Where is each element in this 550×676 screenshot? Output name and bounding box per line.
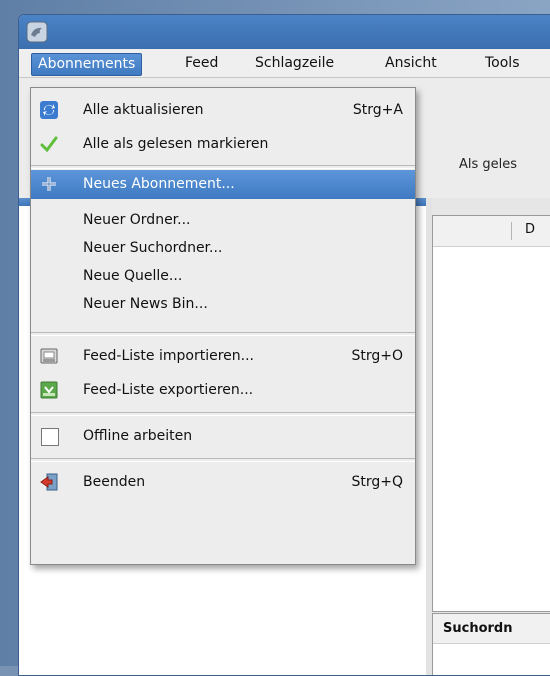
abonnements-dropdown: Alle aktualisieren Strg+A Alle als geles… <box>30 87 416 565</box>
menu-item-label: Feed-Liste importieren... <box>83 348 255 364</box>
menu-item-shortcut: Strg+A <box>352 102 403 118</box>
menu-schlagzeile[interactable]: Schlagzeile <box>249 53 340 74</box>
menu-item-shortcut: Strg+Q <box>351 474 403 490</box>
menu-separator <box>31 412 415 416</box>
menu-item-alle-aktualisieren[interactable]: Alle aktualisieren Strg+A <box>31 96 415 125</box>
import-icon <box>40 348 58 364</box>
menu-item-label: Feed-Liste exportieren... <box>83 382 254 398</box>
menu-tools[interactable]: Tools <box>479 53 526 74</box>
menu-item-neue-quelle[interactable]: Neue Quelle... <box>31 262 415 291</box>
menu-item-label: Alle als gelesen markieren <box>83 136 269 152</box>
headline-list[interactable]: D <box>432 215 550 612</box>
refresh-icon <box>40 101 58 119</box>
menu-item-neues-abonnement[interactable]: Neues Abonnement... <box>31 170 415 199</box>
menu-separator <box>31 332 415 336</box>
menu-item-shortcut: Strg+O <box>351 348 403 364</box>
menu-item-neuer-news-bin[interactable]: Neuer News Bin... <box>31 290 415 319</box>
menu-feed[interactable]: Feed <box>179 53 224 74</box>
plus-icon <box>42 177 56 191</box>
menu-item-label: Neuer Suchordner... <box>83 240 223 256</box>
exit-icon <box>40 473 58 491</box>
menu-item-label: Neuer News Bin... <box>83 296 208 312</box>
app-icon[interactable] <box>26 21 48 43</box>
menu-bar: Abonnements Feed Schlagzeile Ansicht Too… <box>19 49 550 78</box>
menu-item-feed-exportieren[interactable]: Feed-Liste exportieren... <box>31 376 415 405</box>
menu-item-alle-gelesen[interactable]: Alle als gelesen markieren <box>31 130 415 159</box>
menu-item-neuer-suchordner[interactable]: Neuer Suchordner... <box>31 234 415 263</box>
search-folder-header: Suchordn <box>433 614 550 644</box>
menu-abonnements[interactable]: Abonnements <box>31 53 143 76</box>
search-folder-pane[interactable]: Suchordn <box>432 613 550 675</box>
column-header-label: D <box>525 222 536 237</box>
title-bar <box>19 15 550 49</box>
menu-item-neuer-ordner[interactable]: Neuer Ordner... <box>31 206 415 235</box>
menu-separator <box>31 458 415 462</box>
menu-item-offline-arbeiten[interactable]: Offline arbeiten <box>31 422 415 451</box>
headline-column-header[interactable]: D <box>433 216 550 247</box>
menu-item-label: Neue Quelle... <box>83 268 183 284</box>
menu-item-feed-importieren[interactable]: Feed-Liste importieren... Strg+O <box>31 342 415 371</box>
toolbar-mark-read-partial[interactable]: Als geles <box>459 157 517 172</box>
offline-checkbox[interactable] <box>41 428 59 446</box>
menu-separator <box>31 165 415 169</box>
menu-item-beenden[interactable]: Beenden Strg+Q <box>31 468 415 497</box>
column-separator <box>511 222 512 240</box>
checkmark-icon <box>40 136 58 153</box>
menu-item-label: Alle aktualisieren <box>83 102 204 118</box>
menu-item-label: Offline arbeiten <box>83 428 193 444</box>
menu-item-label: Beenden <box>83 474 146 490</box>
menu-item-label: Neues Abonnement... <box>83 176 235 192</box>
menu-item-label: Neuer Ordner... <box>83 212 191 228</box>
menu-ansicht[interactable]: Ansicht <box>379 53 443 74</box>
export-icon <box>40 381 58 399</box>
